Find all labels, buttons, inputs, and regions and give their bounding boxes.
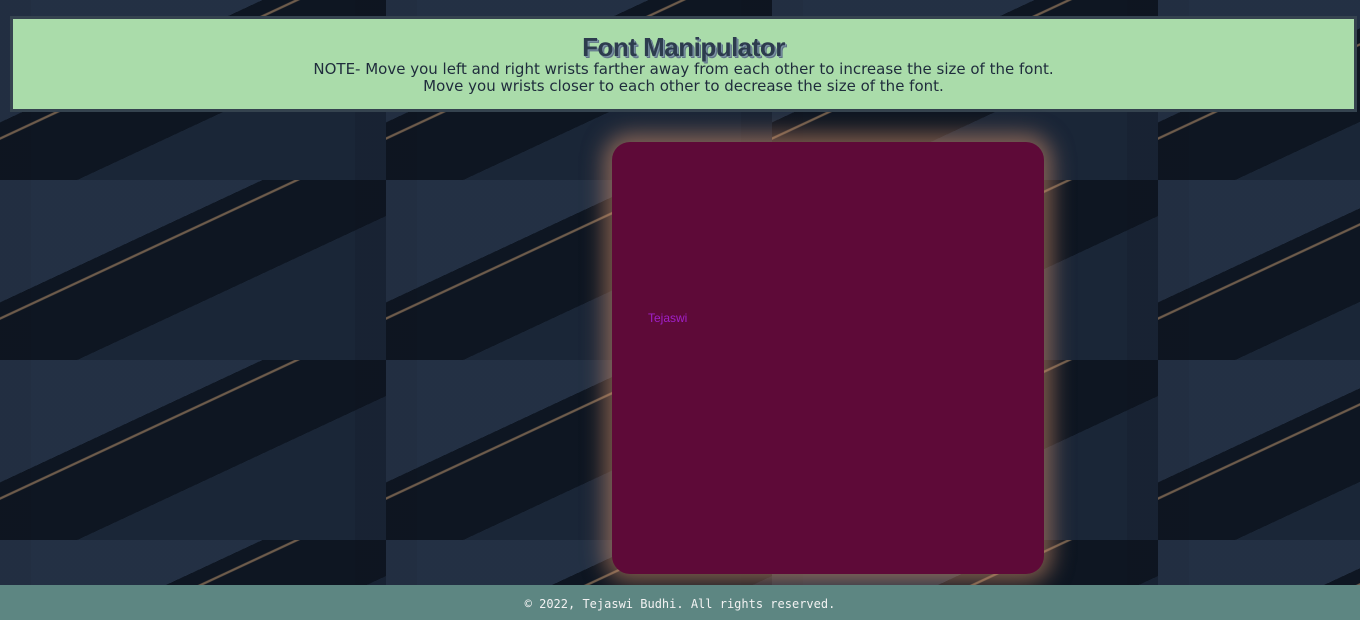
instruction-note-line-2: Move you wrists closer to each other to … bbox=[423, 77, 944, 95]
footer-copyright: © 2022, Tejaswi Budhi. All rights reserv… bbox=[524, 597, 836, 611]
page-title: Font Manipulator bbox=[582, 32, 785, 62]
header-banner: Font Manipulator NOTE- Move you left and… bbox=[10, 16, 1357, 112]
instruction-note-line-1: NOTE- Move you left and right wrists far… bbox=[313, 60, 1054, 78]
font-canvas: Tejaswi bbox=[612, 142, 1044, 574]
canvas-sample-text: Tejaswi bbox=[648, 311, 688, 325]
footer: © 2022, Tejaswi Budhi. All rights reserv… bbox=[0, 585, 1360, 620]
